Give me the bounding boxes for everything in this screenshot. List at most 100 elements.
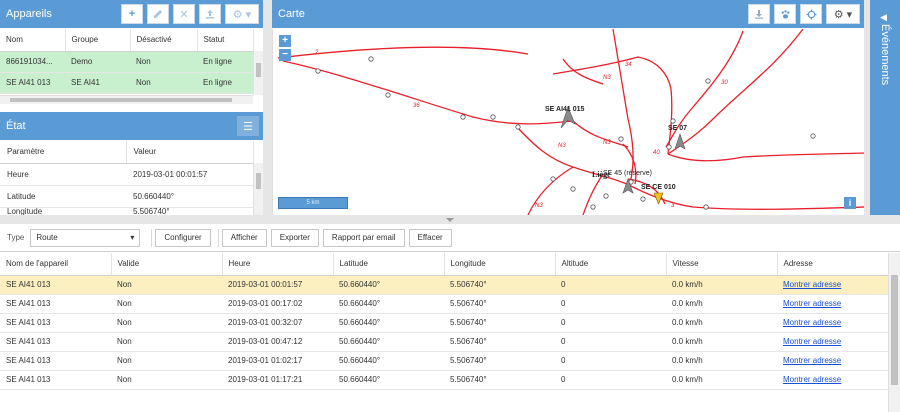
column-header[interactable]: Latitude xyxy=(333,253,445,276)
right-splitter[interactable] xyxy=(864,0,870,215)
scrollbar-thumb[interactable] xyxy=(891,275,898,385)
city-label: Liège xyxy=(592,170,611,179)
map-node xyxy=(705,78,711,84)
state-value: 50.660440° xyxy=(126,185,253,208)
cell-valid: Non xyxy=(111,275,222,295)
clear-button[interactable]: Effacer xyxy=(408,228,452,247)
zoom-in-button[interactable]: + xyxy=(279,35,291,47)
map-settings-button[interactable]: ⚙ ▾ xyxy=(826,4,860,24)
left-splitter[interactable] xyxy=(263,0,272,215)
cell-device: SE AI41 013 xyxy=(0,275,111,295)
table-row[interactable]: SE AI41 013 Non 2019-03-01 00:17:02 50.6… xyxy=(0,294,888,314)
gear-icon: ⚙ ▾ xyxy=(833,8,853,21)
email-report-button[interactable]: Rapport par email xyxy=(322,228,405,247)
column-header[interactable]: Heure xyxy=(222,253,334,276)
device-row[interactable]: SE AI41 013 SE AI41 Non En ligne xyxy=(0,72,253,94)
locate-button[interactable] xyxy=(800,4,822,24)
events-panel-collapsed[interactable]: ◀ Événements xyxy=(870,0,900,215)
export-button[interactable]: Exporter xyxy=(270,228,319,247)
state-param: Latitude xyxy=(0,185,126,208)
map-node xyxy=(368,56,374,62)
devices-vertical-scrollbar[interactable] xyxy=(253,51,263,95)
report-type-value: Route xyxy=(36,233,58,242)
command-device-button[interactable] xyxy=(199,4,221,24)
map-node xyxy=(385,92,391,98)
column-header[interactable]: Altitude xyxy=(555,253,667,276)
device-settings-button[interactable]: ⚙ ▾ xyxy=(225,4,259,24)
show-address-link[interactable]: Montrer adresse xyxy=(783,375,841,384)
state-vertical-scrollbar[interactable] xyxy=(253,163,263,215)
table-row[interactable]: SE AI41 013 Non 2019-03-01 00:32:07 50.6… xyxy=(0,313,888,333)
scrollbar-thumb[interactable] xyxy=(10,98,232,102)
cell-altitude: 0 xyxy=(555,275,666,295)
devices-header-row: Nom Groupe Désactivé Statut xyxy=(0,29,254,52)
cell-device: SE AI41 013 xyxy=(0,294,111,314)
map-canvas[interactable]: 2 N3 34 N3 30 36 40 N3 N3 3 SE AI41 015 … xyxy=(272,29,864,215)
cell-altitude: 0 xyxy=(555,294,666,314)
show-address-link[interactable]: Montrer adresse xyxy=(783,356,841,365)
cell-valid: Non xyxy=(111,332,222,352)
show-address-link[interactable]: Montrer adresse xyxy=(783,299,841,308)
edit-device-button[interactable] xyxy=(147,4,169,24)
cell-longitude: 5.506740° xyxy=(444,332,555,352)
column-header[interactable]: Vitesse xyxy=(666,253,778,276)
table-row[interactable]: SE AI41 013 Non 2019-03-01 00:01:57 50.6… xyxy=(0,275,888,295)
cell-longitude: 5.506740° xyxy=(444,275,555,295)
scrollbar-thumb[interactable] xyxy=(256,63,261,77)
zoom-out-button[interactable]: − xyxy=(279,49,291,61)
map-node xyxy=(515,124,521,130)
follow-button[interactable] xyxy=(774,4,796,24)
road xyxy=(517,127,634,188)
column-header[interactable]: Paramètre xyxy=(0,141,127,164)
column-header[interactable]: Nom xyxy=(0,29,66,52)
device-row[interactable]: 866191034... Demo Non En ligne xyxy=(0,51,253,73)
cell-longitude: 5.506740° xyxy=(444,351,555,371)
download-button[interactable] xyxy=(748,4,770,24)
show-button[interactable]: Afficher xyxy=(221,228,267,247)
column-header[interactable]: Adresse xyxy=(777,253,889,276)
column-header[interactable]: Valide xyxy=(111,253,223,276)
device-disabled: Non xyxy=(130,51,197,73)
road-label: N3 xyxy=(558,143,566,149)
add-device-button[interactable]: + xyxy=(121,4,143,24)
scrollbar-thumb[interactable] xyxy=(256,173,261,189)
cell-time: 2019-03-01 01:02:17 xyxy=(222,351,333,371)
table-row[interactable]: SE AI41 013 Non 2019-03-01 00:47:12 50.6… xyxy=(0,332,888,352)
remove-device-button[interactable]: ✕ xyxy=(173,4,195,24)
table-row[interactable]: SE AI41 013 Non 2019-03-01 01:02:17 50.6… xyxy=(0,351,888,371)
state-row[interactable]: Heure 2019-03-01 00:01:57 xyxy=(0,163,253,186)
map-title: Carte xyxy=(278,8,305,20)
road-label: 40 xyxy=(653,150,660,156)
devices-table: Nom Groupe Désactivé Statut 866191034...… xyxy=(0,29,254,94)
map-scale-bar: 5 km xyxy=(278,197,348,209)
table-row[interactable]: SE AI41 013 Non 2019-03-01 01:17:21 50.6… xyxy=(0,370,888,390)
road-label: N3 xyxy=(535,203,543,209)
column-header[interactable]: Désactivé xyxy=(130,29,198,52)
road-label: 2 xyxy=(314,50,319,56)
column-header[interactable]: Groupe xyxy=(65,29,131,52)
devices-title: Appareils xyxy=(6,8,52,20)
show-address-link[interactable]: Montrer adresse xyxy=(783,280,841,289)
road xyxy=(622,143,637,185)
horizontal-splitter[interactable] xyxy=(0,215,900,224)
state-header-row: Paramètre Valeur xyxy=(0,141,254,164)
show-address-link[interactable]: Montrer adresse xyxy=(783,318,841,327)
configure-button[interactable]: Configurer xyxy=(155,228,211,247)
cell-valid: Non xyxy=(111,294,222,314)
column-header[interactable]: Longitude xyxy=(444,253,556,276)
devices-panel-header: Appareils + ✕ ⚙ ▾ xyxy=(0,0,263,28)
report-type-select[interactable]: Route ▾ xyxy=(30,228,141,247)
column-header[interactable]: Valeur xyxy=(126,141,254,164)
column-header[interactable]: Nom de l'appareil xyxy=(0,253,112,276)
show-address-link[interactable]: Montrer adresse xyxy=(783,337,841,346)
column-header[interactable]: Statut xyxy=(197,29,254,52)
toolbar-separator xyxy=(151,228,153,247)
devices-horizontal-scrollbar[interactable] xyxy=(0,95,253,104)
chevron-left-icon[interactable]: ◀ xyxy=(880,12,887,23)
map-info-button[interactable]: i xyxy=(844,197,856,209)
report-vertical-scrollbar[interactable] xyxy=(888,253,900,412)
state-menu-button[interactable]: ☰ xyxy=(237,116,259,136)
marker-label: SE 07 xyxy=(668,125,687,132)
road-label: 34 xyxy=(625,62,632,68)
state-row[interactable]: Latitude 50.660440° xyxy=(0,185,253,208)
